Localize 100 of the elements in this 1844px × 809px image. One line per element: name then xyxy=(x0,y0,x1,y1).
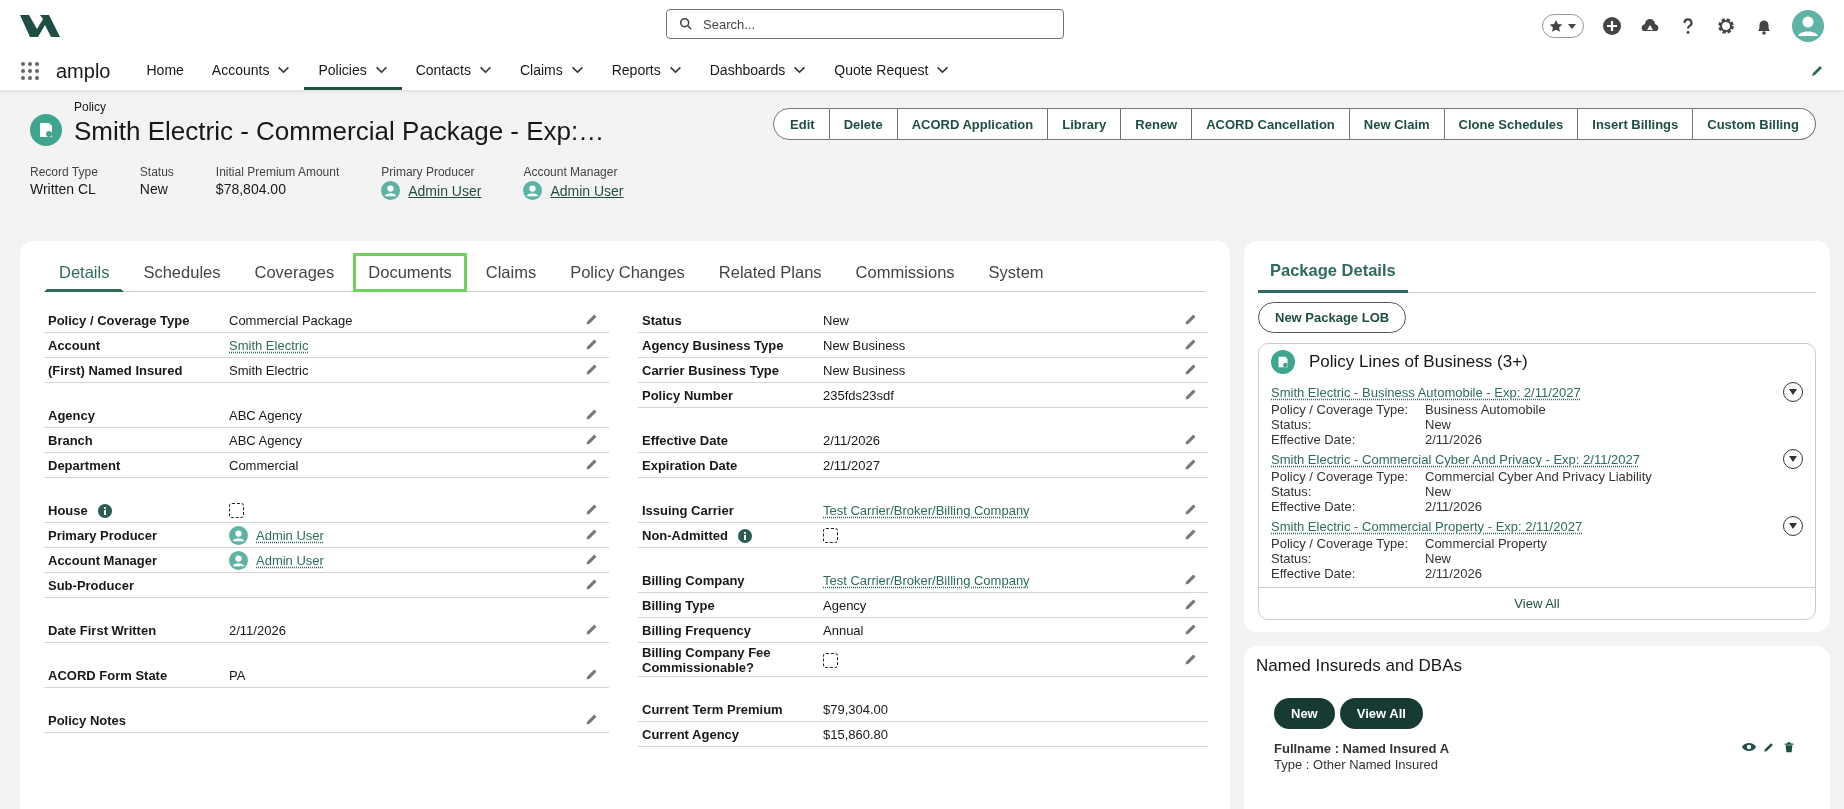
action-button[interactable]: ACORD Application xyxy=(897,108,1049,140)
tab[interactable]: Schedules xyxy=(128,253,236,292)
pencil-icon[interactable] xyxy=(585,502,599,516)
pencil-icon[interactable] xyxy=(1184,432,1198,446)
pencil-icon[interactable] xyxy=(1184,502,1198,516)
pencil-icon[interactable] xyxy=(1184,457,1198,471)
pencil-icon[interactable] xyxy=(585,577,599,591)
info-icon[interactable] xyxy=(97,503,112,518)
field-value: New xyxy=(823,313,849,328)
settings-icon[interactable] xyxy=(1716,16,1736,36)
tab[interactable]: Documents xyxy=(353,253,467,292)
pencil-icon[interactable] xyxy=(585,432,599,446)
app-launcher-icon[interactable] xyxy=(20,61,40,81)
nav-tab[interactable]: Contacts xyxy=(401,52,506,90)
checkbox[interactable] xyxy=(823,652,838,668)
field-label: Carrier Business Type xyxy=(642,363,780,378)
pencil-icon[interactable] xyxy=(585,712,599,726)
nav-tab[interactable]: Dashboards xyxy=(695,52,821,90)
tab[interactable]: Policy Changes xyxy=(555,253,700,292)
pencil-icon[interactable] xyxy=(585,667,599,681)
dropdown-button[interactable] xyxy=(1783,449,1803,469)
action-button[interactable]: New Claim xyxy=(1349,108,1445,140)
pencil-icon[interactable] xyxy=(585,527,599,541)
pencil-icon[interactable] xyxy=(1184,572,1198,586)
star-icon xyxy=(1549,19,1563,33)
field-label: Current Term Premium xyxy=(642,702,783,717)
pencil-icon[interactable] xyxy=(1184,312,1198,326)
info-icon[interactable] xyxy=(737,528,752,543)
tab[interactable]: Commissions xyxy=(840,253,970,292)
dropdown-button[interactable] xyxy=(1783,516,1803,536)
record-link[interactable]: Smith Electric - Business Automobile - Exp: 2/11/2027 xyxy=(1271,384,1581,400)
tab[interactable]: Details xyxy=(44,253,125,292)
record-link[interactable]: Smith Electric - Commercial Cyber And Privacy - Exp: 2/11/2027 xyxy=(1271,451,1640,467)
pencil-icon[interactable] xyxy=(1184,337,1198,351)
field-label: Current Agency xyxy=(642,727,740,742)
logo-icon[interactable] xyxy=(20,13,60,39)
tab[interactable]: Claims xyxy=(470,253,552,292)
nav-tab[interactable]: Accounts xyxy=(197,52,305,90)
field-label: Branch xyxy=(48,433,93,448)
nav-tab[interactable]: Quote Request xyxy=(820,52,964,90)
add-icon[interactable] xyxy=(1602,16,1622,36)
field-value: ABC Agency xyxy=(229,433,302,448)
action-button[interactable]: Delete xyxy=(829,108,898,140)
pencil-icon[interactable] xyxy=(1184,362,1198,376)
field-label: Issuing Carrier xyxy=(642,503,734,518)
object-label: Policy xyxy=(74,100,107,114)
new-package-button[interactable]: New Package LOB xyxy=(1258,302,1407,333)
dropdown-button[interactable] xyxy=(1783,382,1803,402)
trash-icon[interactable] xyxy=(1782,741,1796,753)
checkbox[interactable] xyxy=(823,528,838,543)
user-link[interactable]: Admin User xyxy=(256,553,324,568)
action-button[interactable]: Clone Schedules xyxy=(1444,108,1579,140)
pencil-icon[interactable] xyxy=(585,622,599,636)
record-link[interactable]: Test Carrier/Broker/Billing Company xyxy=(823,503,1030,518)
action-button[interactable]: Renew xyxy=(1121,108,1193,140)
search-field[interactable]: Search... xyxy=(666,9,1064,39)
pencil-icon[interactable] xyxy=(585,407,599,421)
action-button[interactable]: ACORD Cancellation xyxy=(1192,108,1350,140)
checkbox[interactable] xyxy=(229,503,244,518)
field-value: New Business xyxy=(823,363,906,378)
user-link[interactable]: Admin User xyxy=(408,182,482,199)
user-icon xyxy=(523,181,543,200)
policy-icon xyxy=(30,114,62,146)
pencil-icon[interactable] xyxy=(1184,622,1198,636)
nav-tab[interactable]: Claims xyxy=(505,52,598,90)
nav-tab[interactable]: Reports xyxy=(597,52,696,90)
user-link[interactable]: Admin User xyxy=(550,182,624,199)
nav-tab[interactable]: Home xyxy=(132,52,198,90)
list-button[interactable]: View All xyxy=(1339,698,1423,729)
pencil-icon[interactable] xyxy=(585,312,599,326)
pencil-icon[interactable] xyxy=(1184,597,1198,611)
action-button[interactable]: Library xyxy=(1048,108,1122,140)
field-value: New Business xyxy=(823,338,906,353)
record-link[interactable]: Test Carrier/Broker/Billing Company xyxy=(823,573,1030,588)
user-link[interactable]: Admin User xyxy=(256,528,324,543)
pencil-icon[interactable] xyxy=(585,337,599,351)
field-value: Commercial xyxy=(229,458,299,473)
action-button[interactable]: Insert Billings xyxy=(1578,108,1694,140)
pencil-icon[interactable] xyxy=(1810,64,1824,78)
pencil-icon[interactable] xyxy=(585,552,599,566)
action-button[interactable]: Custom Billing xyxy=(1693,108,1816,140)
list-button[interactable]: New xyxy=(1274,698,1335,729)
pencil-icon[interactable] xyxy=(1184,527,1198,541)
policy-icon xyxy=(1271,350,1295,374)
pencil-icon[interactable] xyxy=(1184,387,1198,401)
pencil-icon[interactable] xyxy=(585,457,599,471)
field-value: New xyxy=(139,181,169,197)
view-icon[interactable] xyxy=(1742,741,1756,753)
field-label: Policy / Coverage Type: xyxy=(1271,469,1410,484)
action-button[interactable]: Edit xyxy=(773,108,830,140)
record-link[interactable]: Smith Electric - Commercial Property - Exp: 2/11/2027 xyxy=(1271,518,1583,534)
pencil-icon[interactable] xyxy=(585,362,599,376)
record-link[interactable]: Smith Electric xyxy=(229,338,309,353)
tab[interactable]: System xyxy=(973,253,1059,292)
tab[interactable]: Package Details xyxy=(1258,249,1408,293)
field-value: Commercial Cyber And Privacy Liability xyxy=(1425,469,1652,484)
view-all-link[interactable]: View All xyxy=(1514,596,1560,611)
tab[interactable]: Related Plans xyxy=(703,253,837,292)
field-label: Policy / Coverage Type xyxy=(48,313,190,328)
tab[interactable]: Coverages xyxy=(239,253,350,292)
